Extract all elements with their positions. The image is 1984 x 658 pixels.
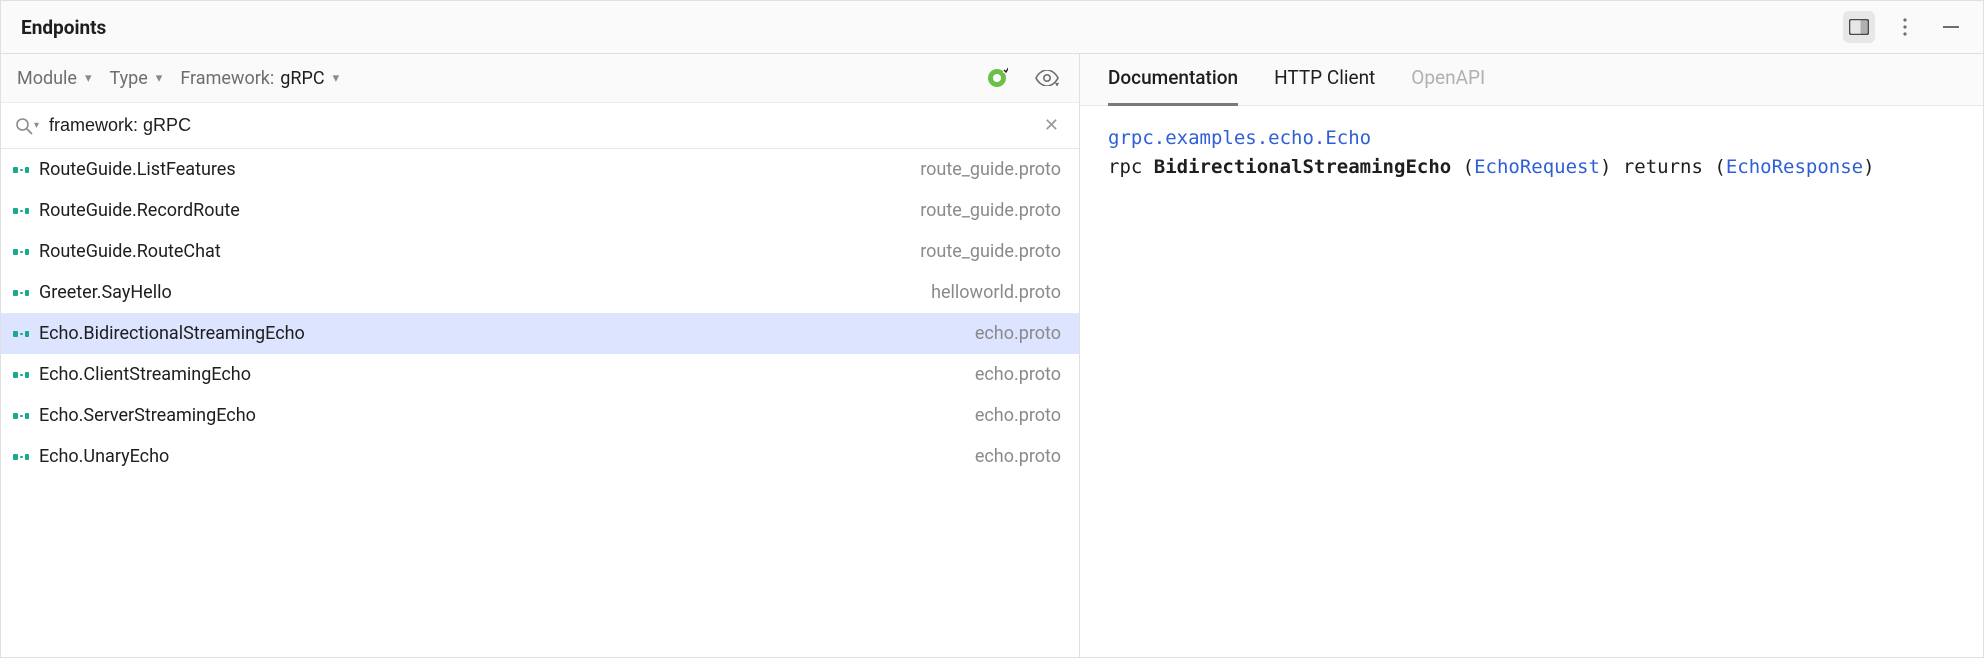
endpoint-file: echo.proto (975, 405, 1061, 426)
endpoint-name: Greeter.SayHello (39, 282, 172, 303)
more-options-icon[interactable] (1889, 11, 1921, 43)
endpoint-name: RouteGuide.RecordRoute (39, 200, 240, 221)
doc-response-type[interactable]: EchoResponse (1726, 156, 1863, 178)
endpoint-file: helloworld.proto (931, 282, 1061, 303)
rpc-method-icon (13, 247, 29, 257)
rpc-method-icon (13, 206, 29, 216)
connection-status-icon[interactable] (981, 62, 1013, 94)
endpoint-row[interactable]: Greeter.SayHello helloworld.proto (1, 272, 1079, 313)
tab-documentation[interactable]: Documentation (1108, 66, 1238, 106)
endpoint-name: Echo.ClientStreamingEcho (39, 364, 251, 385)
endpoint-name: Echo.UnaryEcho (39, 446, 169, 467)
panel-title: Endpoints (21, 16, 106, 39)
endpoint-file: echo.proto (975, 364, 1061, 385)
type-filter[interactable]: Type ▾ (110, 68, 163, 89)
framework-filter-label: Framework: (180, 68, 274, 89)
doc-request-type[interactable]: EchoRequest (1474, 156, 1600, 178)
visibility-icon[interactable]: ▾ (1031, 62, 1063, 94)
rpc-method-icon (13, 411, 29, 421)
endpoint-file: route_guide.proto (920, 200, 1061, 221)
doc-paren: ( (1463, 156, 1474, 178)
endpoint-name: Echo.ServerStreamingEcho (39, 405, 256, 426)
endpoint-row[interactable]: Echo.ClientStreamingEcho echo.proto (1, 354, 1079, 395)
doc-paren: ) (1863, 156, 1874, 178)
clear-search-icon[interactable]: ✕ (1038, 115, 1065, 136)
doc-method-name: BidirectionalStreamingEcho (1154, 156, 1451, 178)
endpoint-file: route_guide.proto (920, 241, 1061, 262)
endpoint-file: echo.proto (975, 446, 1061, 467)
endpoint-name: RouteGuide.ListFeatures (39, 159, 236, 180)
rpc-method-icon (13, 329, 29, 339)
endpoint-row[interactable]: Echo.ServerStreamingEcho echo.proto (1, 395, 1079, 436)
module-filter[interactable]: Module ▾ (17, 68, 92, 89)
endpoint-row[interactable]: RouteGuide.RouteChat route_guide.proto (1, 231, 1079, 272)
chevron-down-icon: ▾ (333, 71, 340, 86)
endpoint-file: echo.proto (975, 323, 1061, 344)
doc-paren: ( (1714, 156, 1725, 178)
tab-openapi: OpenAPI (1411, 66, 1485, 106)
search-input[interactable] (47, 111, 1030, 140)
rpc-method-icon (13, 452, 29, 462)
doc-keyword-rpc: rpc (1108, 156, 1142, 178)
endpoint-row[interactable]: RouteGuide.ListFeatures route_guide.proto (1, 149, 1079, 190)
rpc-method-icon (13, 165, 29, 175)
side-panel-toggle-icon[interactable] (1843, 11, 1875, 43)
endpoint-row[interactable]: RouteGuide.RecordRoute route_guide.proto (1, 190, 1079, 231)
svg-text:▾: ▾ (1055, 80, 1059, 86)
search-icon[interactable]: ▾ (15, 117, 39, 135)
rpc-method-icon (13, 288, 29, 298)
type-filter-label: Type (110, 68, 148, 89)
module-filter-label: Module (17, 68, 77, 89)
framework-filter-value: gRPC (280, 68, 324, 89)
endpoint-file: route_guide.proto (920, 159, 1061, 180)
endpoint-list[interactable]: RouteGuide.ListFeatures route_guide.proto… (1, 149, 1079, 657)
minimize-icon[interactable] (1935, 11, 1967, 43)
doc-keyword-returns: returns (1623, 156, 1703, 178)
chevron-down-icon: ▾ (85, 71, 92, 86)
rpc-method-icon (13, 370, 29, 380)
doc-service-fqname[interactable]: grpc.examples.echo.Echo (1108, 127, 1371, 149)
chevron-down-icon: ▾ (34, 120, 39, 131)
chevron-down-icon: ▾ (156, 71, 163, 86)
framework-filter[interactable]: Framework: gRPC ▾ (180, 68, 339, 89)
endpoint-row[interactable]: Echo.BidirectionalStreamingEcho echo.prot… (1, 313, 1079, 354)
endpoint-name: RouteGuide.RouteChat (39, 241, 221, 262)
doc-paren: ) (1600, 156, 1611, 178)
endpoint-row[interactable]: Echo.UnaryEcho echo.proto (1, 436, 1079, 477)
tab-http-client[interactable]: HTTP Client (1274, 66, 1375, 106)
endpoint-name: Echo.BidirectionalStreamingEcho (39, 323, 305, 344)
